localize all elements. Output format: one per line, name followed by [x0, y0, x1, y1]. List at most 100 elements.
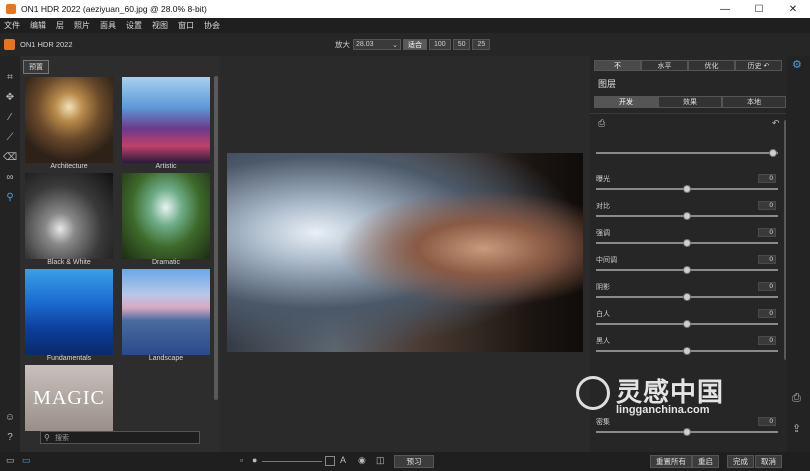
slider-knob[interactable]	[683, 347, 691, 355]
tab-optimize[interactable]: 优化	[688, 60, 735, 71]
panel-toggle-icon[interactable]: ▭	[6, 455, 15, 466]
undo-icon[interactable]: ↶	[772, 118, 780, 129]
slider-midtones[interactable]: 中间调 0	[596, 255, 778, 281]
tab-effects[interactable]: 效果	[658, 96, 722, 108]
slider-knob[interactable]	[683, 239, 691, 247]
slider-whites[interactable]: 白人 0	[596, 309, 778, 335]
menu-layer[interactable]: 层	[56, 20, 64, 31]
slider-label: 阴影	[596, 284, 610, 291]
brand-name: ON1 HDR 2022	[20, 40, 73, 49]
menu-settings[interactable]: 设置	[126, 20, 142, 31]
slider-value[interactable]: 0	[758, 309, 776, 318]
move-icon[interactable]: ✥	[3, 90, 17, 104]
slider-label: 曝光	[596, 176, 610, 183]
preview-button[interactable]: 预习	[394, 455, 434, 468]
zoom-out-icon[interactable]: ▫	[240, 455, 243, 465]
zoom-fit-button[interactable]: 适合	[403, 39, 427, 50]
slider-knob[interactable]	[683, 320, 691, 328]
zoom-slider-track[interactable]	[262, 461, 322, 462]
tab-history[interactable]: 历史 ↶	[735, 60, 782, 71]
menu-view[interactable]: 视图	[152, 20, 168, 31]
export-icon[interactable]: ⎙	[598, 118, 605, 129]
mask-view-icon[interactable]: ◉	[358, 455, 366, 466]
help-icon[interactable]: ?	[3, 430, 17, 444]
menu-mask[interactable]: 面具	[100, 20, 116, 31]
preset-label: Fundamentals	[46, 355, 92, 362]
slider-exposure[interactable]: 曝光 0	[596, 174, 778, 200]
slider-value[interactable]: 0	[758, 228, 776, 237]
slider-value[interactable]: 0	[758, 282, 776, 291]
slider-blacks[interactable]: 黑人 0	[596, 336, 778, 362]
preset-thumbnail	[25, 173, 113, 259]
slider-track[interactable]	[596, 152, 778, 154]
menu-file[interactable]: 文件	[4, 20, 20, 31]
share-icon[interactable]: ⇪	[792, 422, 801, 435]
preset-fundamentals[interactable]: Fundamentals	[25, 269, 113, 362]
slider-value[interactable]: 0	[758, 336, 776, 345]
tab-none[interactable]: 不	[594, 60, 641, 71]
split-view-icon[interactable]: ◫	[376, 455, 385, 466]
print-icon[interactable]: ⎙	[792, 392, 801, 405]
menu-edit[interactable]: 编辑	[30, 20, 46, 31]
slider-value[interactable]: 0	[758, 174, 776, 183]
chain-link-icon[interactable]: ∞	[3, 170, 17, 184]
reset-button[interactable]: 重启	[692, 455, 719, 468]
zoom-25-button[interactable]: 25	[472, 39, 491, 50]
menu-photo[interactable]: 照片	[74, 20, 90, 31]
preset-artistic[interactable]: Artistic	[122, 77, 210, 170]
tab-develop[interactable]: 开发	[594, 96, 658, 108]
done-button[interactable]: 完成	[727, 455, 754, 468]
masking-brush-icon[interactable]: ⟋	[3, 130, 17, 144]
zoom-100-button[interactable]: 100	[429, 39, 451, 50]
menu-window[interactable]: 窗口	[178, 20, 194, 31]
watermark: 灵感中国 lingganchina.com	[576, 372, 786, 422]
tab-horizontal[interactable]: 水平	[641, 60, 688, 71]
browser-scrollbar[interactable]	[214, 76, 218, 400]
slider-shadows[interactable]: 阴影 0	[596, 282, 778, 308]
zoom-knob-icon[interactable]: ●	[252, 455, 257, 465]
brush-icon[interactable]: ⁄	[3, 110, 17, 124]
preset-thumbnail	[122, 173, 210, 259]
layers-title: 图层	[598, 79, 617, 89]
slider-top[interactable]	[596, 138, 778, 164]
preset-magic[interactable]: MAGIC	[25, 365, 113, 431]
watermark-logo-icon	[576, 376, 610, 410]
compare-a-icon[interactable]: A	[340, 455, 346, 465]
retouch-icon[interactable]: ⚲	[3, 190, 17, 204]
slider-knob[interactable]	[683, 266, 691, 274]
tab-local[interactable]: 本地	[722, 96, 786, 108]
tab-presets[interactable]: 预置	[23, 60, 49, 74]
slider-knob[interactable]	[768, 149, 777, 157]
slider-value[interactable]: 0	[758, 255, 776, 264]
preset-black-white[interactable]: Black & White	[25, 173, 113, 266]
zoom-50-button[interactable]: 50	[452, 39, 471, 50]
compare-square-icon[interactable]	[325, 456, 335, 466]
reset-all-button[interactable]: 重置所有	[650, 455, 692, 468]
crop-icon[interactable]: ⌗	[3, 70, 17, 84]
preset-label: Architecture	[50, 163, 88, 170]
slider-knob[interactable]	[683, 293, 691, 301]
preset-label: Dramatic	[151, 259, 180, 266]
preset-search-input[interactable]: ⚲ 搜索	[40, 431, 200, 444]
minimize-button[interactable]: —	[708, 0, 742, 18]
close-button[interactable]: ✕	[776, 0, 810, 18]
cancel-button[interactable]: 取消	[755, 455, 782, 468]
preset-dramatic[interactable]: Dramatic	[122, 173, 210, 266]
top-toolbar: ON1 HDR 2022 放大 28.03 ⌄ 适合 100 50 25	[0, 33, 810, 56]
slider-knob[interactable]	[683, 185, 691, 193]
slider-knob[interactable]	[683, 428, 691, 436]
slider-highlights[interactable]: 强调 0	[596, 228, 778, 254]
image-canvas[interactable]	[220, 56, 590, 452]
filmstrip-icon[interactable]: ▭	[22, 455, 31, 466]
eraser-icon[interactable]: ⌫	[3, 150, 17, 164]
sliders-icon[interactable]: ⚙	[792, 58, 802, 71]
user-icon[interactable]: ☺	[3, 410, 17, 424]
slider-value[interactable]: 0	[758, 201, 776, 210]
preset-architecture[interactable]: Architecture	[25, 77, 113, 170]
slider-contrast[interactable]: 对比 0	[596, 201, 778, 227]
menu-help[interactable]: 协会	[204, 20, 220, 31]
zoom-select[interactable]: 28.03 ⌄	[353, 39, 401, 50]
maximize-button[interactable]: ☐	[742, 0, 776, 18]
preset-landscape[interactable]: Landscape	[122, 269, 210, 362]
slider-knob[interactable]	[683, 212, 691, 220]
